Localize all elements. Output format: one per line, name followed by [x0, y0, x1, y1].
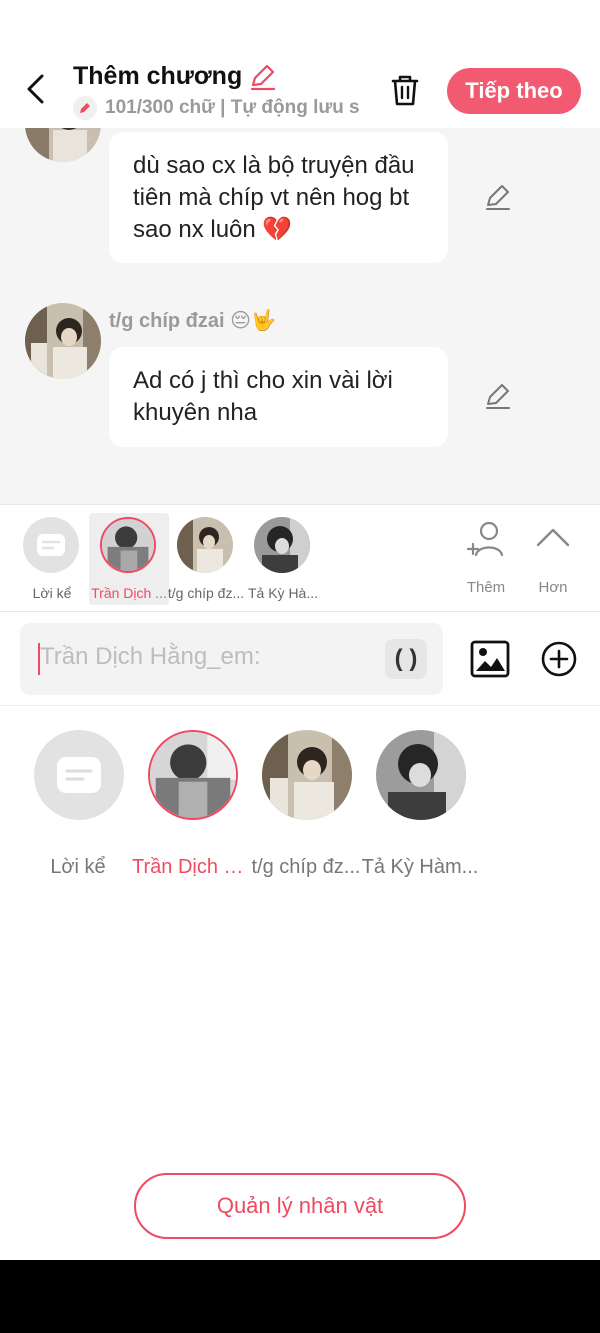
character-strip: Lời kể Trần Dịch ... t/g chíp đz... Tả K…	[0, 504, 600, 612]
add-label: Thêm	[466, 579, 506, 596]
add-character-button[interactable]: Thêm	[456, 519, 516, 599]
character-avatar	[254, 517, 310, 573]
back-arrow-icon[interactable]	[20, 72, 52, 106]
edit-message-icon[interactable]	[483, 382, 511, 410]
chat-area[interactable]: dù sao cx là bộ truyện đầu tiên mà chíp …	[0, 128, 600, 504]
chat-bubble-icon	[57, 757, 101, 793]
character-tg-chip-dzai[interactable]: t/g chíp đz...	[166, 513, 246, 605]
add-person-icon	[466, 521, 504, 557]
message-bubble[interactable]: Ad có j thì cho xin vài lời khuyên nha	[109, 347, 448, 447]
character-narrator[interactable]: Lời kể	[12, 513, 92, 605]
edit-message-icon[interactable]	[483, 183, 511, 211]
sender-name: t/g chíp đzai 😔🤟	[109, 310, 276, 332]
character-avatar	[376, 730, 466, 820]
character-avatar	[177, 517, 233, 573]
character-label: t/g chíp đz...	[167, 585, 245, 601]
image-icon[interactable]	[470, 639, 510, 679]
character-tg-chip-dzai[interactable]: t/g chíp đz...	[246, 730, 366, 878]
message-text: dù sao cx là bộ truyện đầu tiên mà chíp …	[133, 152, 415, 243]
avatar[interactable]	[25, 128, 101, 162]
more-button[interactable]: Hơn	[523, 519, 583, 599]
character-label: Lời kể	[50, 856, 106, 878]
page-title: Thêm chương	[73, 62, 243, 90]
character-avatar	[148, 730, 238, 820]
character-tran-dich-hang[interactable]: Trần Dịch ...	[89, 513, 169, 605]
trash-icon[interactable]	[387, 72, 423, 108]
character-tran-dich-hang[interactable]: Trần Dịch H...	[132, 730, 252, 878]
message-bubble[interactable]: dù sao cx là bộ truyện đầu tiên mà chíp …	[109, 132, 448, 263]
plus-circle-icon[interactable]	[540, 640, 578, 678]
next-button[interactable]: Tiếp theo	[447, 68, 581, 114]
message-text: Ad có j thì cho xin vài lời khuyên nha	[133, 367, 393, 426]
pen-icon	[73, 96, 97, 120]
chevron-up-icon	[536, 528, 570, 547]
character-label: Trần Dịch H...	[132, 856, 252, 878]
input-placeholder: Trần Dịch Hằng_em:	[40, 643, 261, 670]
character-label: Trần Dịch ...	[91, 585, 167, 601]
character-label: Tả Kỳ Hàm...	[361, 856, 479, 878]
parentheses-button[interactable]: ( )	[385, 639, 427, 679]
character-label: t/g chíp đz...	[251, 856, 361, 878]
system-nav-bar	[0, 1260, 600, 1333]
chat-bubble-icon	[37, 534, 65, 556]
character-avatar	[100, 517, 156, 573]
message-input[interactable]: Trần Dịch Hằng_em: ( )	[20, 623, 443, 695]
character-label: Tả Kỳ Hà...	[247, 585, 319, 601]
header: Thêm chương 101/300 chữ | Tự động lưu s …	[0, 0, 600, 128]
character-avatar	[262, 730, 352, 820]
character-label: Lời kể	[32, 585, 72, 601]
narrator-avatar	[23, 517, 79, 573]
character-panel: Lời kể Trần Dịch H... t/g chíp đz... Tả …	[0, 706, 600, 1260]
manage-characters-button[interactable]: Quản lý nhân vật	[134, 1173, 466, 1239]
character-ta-ky-ham[interactable]: Tả Kỳ Hàm...	[360, 730, 480, 878]
more-label: Hơn	[538, 579, 568, 596]
word-count-text: 101/300 chữ | Tự động lưu s	[105, 97, 360, 118]
word-count-row: 101/300 chữ | Tự động lưu s	[73, 96, 363, 120]
avatar[interactable]	[25, 303, 101, 379]
edit-title-icon[interactable]	[248, 63, 276, 91]
narrator-avatar	[34, 730, 124, 820]
character-narrator[interactable]: Lời kể	[18, 730, 138, 878]
title-row: Thêm chương	[73, 62, 276, 91]
input-row: Trần Dịch Hằng_em: ( )	[0, 612, 600, 706]
character-ta-ky-ham[interactable]: Tả Kỳ Hà...	[243, 513, 323, 605]
